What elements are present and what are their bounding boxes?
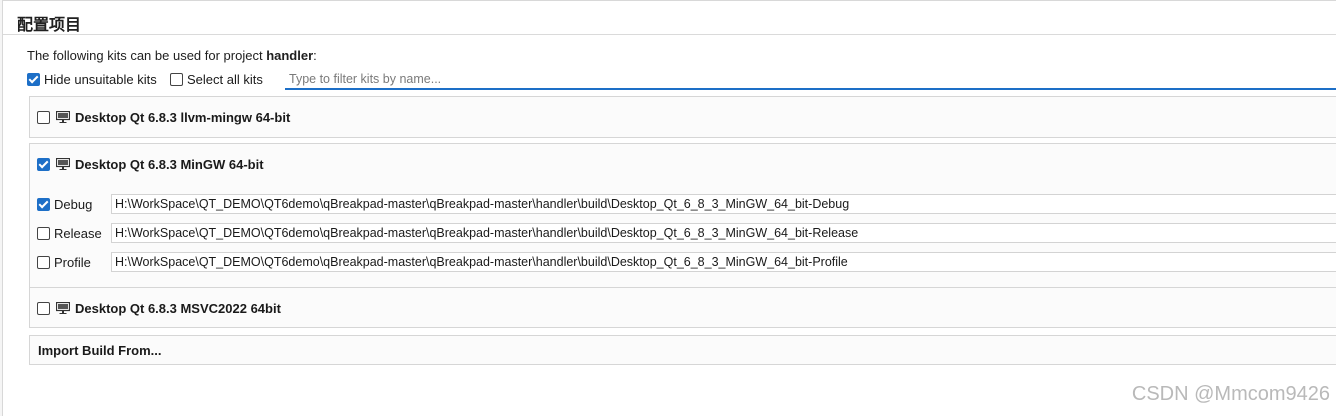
kit-name[interactable]: Desktop Qt 6.8.3 MSVC2022 64bit <box>75 301 281 316</box>
debug-label[interactable]: Debug <box>54 197 92 212</box>
kit-panel-llvm-mingw: Desktop Qt 6.8.3 llvm-mingw 64-bit <box>29 96 1336 138</box>
monitor-icon <box>56 158 70 170</box>
kit-checkbox[interactable] <box>37 111 50 124</box>
project-name: handler <box>266 48 314 63</box>
kit-name[interactable]: Desktop Qt 6.8.3 llvm-mingw 64-bit <box>75 110 290 125</box>
select-all-checkbox[interactable] <box>170 73 183 86</box>
intro-suffix: : <box>313 48 317 63</box>
kit-filter-input[interactable] <box>285 70 1336 90</box>
debug-path-field[interactable]: H:\WorkSpace\QT_DEMO\QT6demo\qBreakpad-m… <box>111 194 1336 214</box>
watermark: CSDN @Mmcom9426 <box>1131 383 1330 405</box>
intro-prefix: The following kits can be used for proje… <box>27 48 267 63</box>
kit-name[interactable]: Desktop Qt 6.8.3 MinGW 64-bit <box>75 157 264 172</box>
release-checkbox[interactable] <box>37 227 50 240</box>
hide-unsuitable-checkbox[interactable] <box>27 73 40 86</box>
import-build-label[interactable]: Import Build From... <box>38 343 162 358</box>
import-build-panel[interactable]: Import Build From... <box>29 335 1336 365</box>
select-all-label[interactable]: Select all kits <box>187 72 263 87</box>
title-bar: 配置项目 <box>3 1 1336 35</box>
monitor-icon <box>56 111 70 123</box>
debug-checkbox[interactable] <box>37 198 50 211</box>
release-label[interactable]: Release <box>54 226 102 241</box>
profile-label[interactable]: Profile <box>54 255 91 270</box>
profile-checkbox[interactable] <box>37 256 50 269</box>
kit-panel-msvc2022: Desktop Qt 6.8.3 MSVC2022 64bit <box>29 287 1336 328</box>
profile-path-field[interactable]: H:\WorkSpace\QT_DEMO\QT6demo\qBreakpad-m… <box>111 252 1336 272</box>
monitor-icon <box>56 302 70 314</box>
page-title: 配置项目 <box>17 17 82 34</box>
kit-checkbox[interactable] <box>37 158 50 171</box>
release-path-field[interactable]: H:\WorkSpace\QT_DEMO\QT6demo\qBreakpad-m… <box>111 223 1336 243</box>
intro-text: The following kits can be used for proje… <box>27 48 317 63</box>
configure-project-page: 配置项目 The following kits can be used for … <box>2 0 1336 416</box>
kit-checkbox[interactable] <box>37 302 50 315</box>
hide-unsuitable-label[interactable]: Hide unsuitable kits <box>44 72 157 87</box>
